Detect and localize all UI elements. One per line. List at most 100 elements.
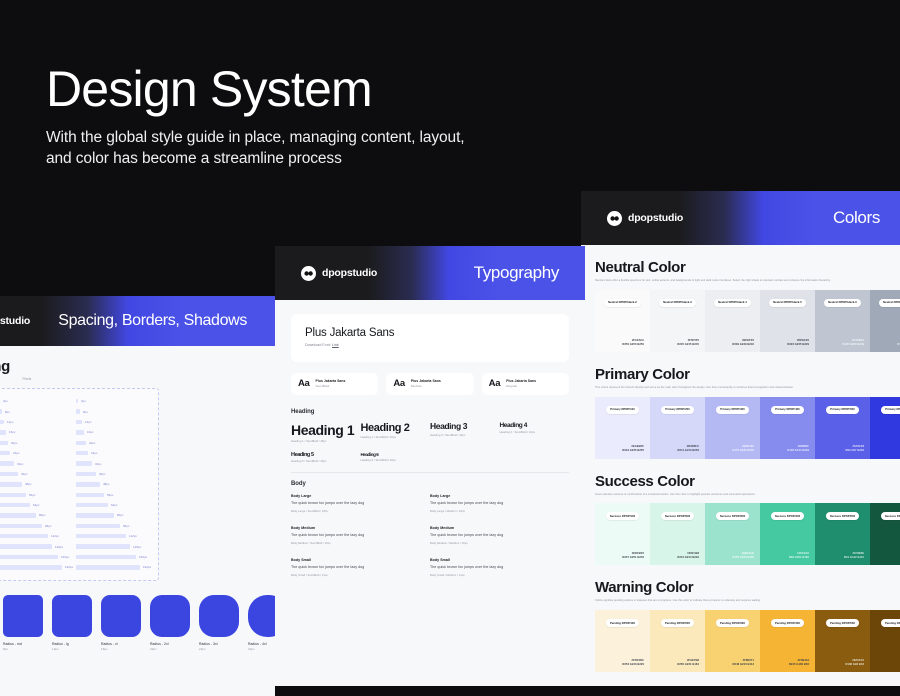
color-swatch[interactable]: Success DPOP/600#12543FR18 G84 B63 bbox=[870, 503, 900, 565]
font-weight-card[interactable]: AaPlus Jakarta SansRegular bbox=[482, 373, 569, 395]
spacing-bar bbox=[76, 534, 126, 538]
radius-swatch[interactable]: Radius - 3xl24px bbox=[199, 595, 239, 652]
section-title-spacing: Spacing bbox=[0, 358, 261, 375]
color-swatch[interactable]: Primary DPOP/200#D3D5FCR211 G213 B252 bbox=[650, 397, 705, 459]
color-swatch-row: Pending DPOP/100#FDF3DCR253 G243 B220Pen… bbox=[595, 610, 900, 672]
radius-box bbox=[52, 595, 92, 637]
spacing-cell: 4px bbox=[76, 399, 154, 403]
color-swatch[interactable]: Primary DPOP/300#B0B4F5R176 G180 B245 bbox=[705, 397, 760, 459]
color-swatch-values: #45C9A0R69 G201 B160 bbox=[789, 552, 809, 560]
spacing-cell: 80px bbox=[76, 513, 154, 517]
radius-swatch[interactable]: Radius - xl16px bbox=[101, 595, 141, 652]
spacing-bar bbox=[76, 399, 78, 403]
spacing-cell: 48px bbox=[0, 482, 76, 486]
spacing-row: 160px160px160px bbox=[0, 552, 149, 562]
color-swatch[interactable]: Pending DPOP/300#F8D271R248 G210 B113 bbox=[705, 610, 760, 672]
color-swatch[interactable]: Primary DPOP/600#3039DFR48 G57 B223 bbox=[870, 397, 900, 459]
spacing-bar bbox=[0, 482, 22, 486]
color-swatch[interactable]: Neutral DPOP/black-2#FAFAFAR250 G250 B25… bbox=[595, 290, 650, 352]
spacing-cell: 12px bbox=[76, 420, 154, 424]
color-swatch-rgb: R176 G180 B245 bbox=[732, 449, 754, 453]
color-swatch-label: Neutral DPOP/black-2 bbox=[604, 299, 641, 307]
color-swatch-values: #9BE4CER155 G228 B206 bbox=[732, 552, 754, 560]
color-swatch[interactable]: Success DPOP/400#45C9A0R69 G201 B160 bbox=[760, 503, 815, 565]
card-colors[interactable]: dpopstudio Colors Neutral ColorNeutral c… bbox=[581, 191, 900, 686]
radius-box bbox=[150, 595, 190, 637]
color-swatch[interactable]: Primary DPOP/400#8086EFR128 G134 B239 bbox=[760, 397, 815, 459]
color-swatch-label: Pending DPOP/400 bbox=[771, 619, 804, 627]
color-swatch-row: Neutral DPOP/black-2#FAFAFAR250 G250 B25… bbox=[595, 290, 900, 352]
radius-swatch[interactable]: Radius - lg12px bbox=[52, 595, 92, 652]
color-swatch[interactable]: Primary DPOP/500#5A61E8R90 G97 B232 bbox=[815, 397, 870, 459]
spacing-value: 32px bbox=[17, 462, 23, 466]
color-swatch-values: #8086EFR128 G134 B239 bbox=[787, 445, 809, 453]
font-weight-card[interactable]: AaPlus Jakarta SansSemiBold bbox=[291, 373, 378, 395]
spacing-bar bbox=[76, 544, 130, 548]
color-swatch[interactable]: Primary DPOP/100#EAEBFFR234 G235 B255 bbox=[595, 397, 650, 459]
radius-swatch[interactable]: Radius - 4xl32px bbox=[248, 595, 275, 652]
brand-name: dpopstudio bbox=[628, 212, 683, 224]
color-swatch[interactable]: Success DPOP/300#9BE4CER155 G228 B206 bbox=[705, 503, 760, 565]
color-swatch[interactable]: Neutral DPOP/black-7#A3AAB7R163 G170 B18… bbox=[870, 290, 900, 352]
color-swatch[interactable]: Success DPOP/500#1F8E6ER31 G142 B110 bbox=[815, 503, 870, 565]
heading-sample: Heading 3 bbox=[430, 422, 500, 432]
color-swatch[interactable]: Pending DPOP/100#FDF3DCR253 G243 B220 bbox=[595, 610, 650, 672]
card-header: dpopstudio Colors bbox=[581, 191, 900, 245]
color-swatch[interactable]: Pending DPOP/400#F5B434R245 G180 B52 bbox=[760, 610, 815, 672]
spacing-row: 4px4px4px bbox=[0, 396, 149, 406]
spacing-cell: 16px bbox=[0, 430, 76, 434]
font-weight-card[interactable]: AaPlus Jakarta SansMedium bbox=[386, 373, 473, 395]
spacing-cell: 160px bbox=[0, 555, 76, 559]
color-swatch[interactable]: Neutral DPOP/black-6#C3C8D1R195 G200 B20… bbox=[815, 290, 870, 352]
spacing-cell: 128px bbox=[0, 544, 76, 548]
spacing-value: 4px bbox=[3, 399, 8, 403]
body-sample: The quick brown fox jumps over the lazy … bbox=[430, 533, 512, 539]
color-swatch-values: #8A5C10R138 G92 B16 bbox=[845, 659, 864, 667]
spacing-bar bbox=[76, 420, 82, 424]
radius-box bbox=[199, 595, 239, 637]
body-specimen: Body LargeThe quick brown fox jumps over… bbox=[291, 494, 430, 513]
color-swatch[interactable]: Pending DPOP/200#FAE7B8R250 G231 B184 bbox=[650, 610, 705, 672]
radius-value: 24px bbox=[199, 647, 239, 651]
color-section-description: Yellow signifies pending actions or stat… bbox=[595, 599, 892, 603]
section-label-body: Body bbox=[291, 481, 569, 487]
spacing-cell: 96px bbox=[0, 524, 76, 528]
spacing-bar bbox=[0, 544, 52, 548]
font-download-link[interactable]: Link bbox=[332, 343, 339, 347]
spacing-row: 16px16px16px bbox=[0, 427, 149, 437]
card-body: Spacing DefaultPixels 4px4px4px8px8px8px… bbox=[0, 346, 275, 581]
brand-name: dpopstudio bbox=[322, 267, 377, 279]
color-swatch-label: Pending DPOP/300 bbox=[716, 619, 749, 627]
color-swatch-rgb: R234 G235 B255 bbox=[622, 449, 644, 453]
spacing-value: 96px bbox=[45, 524, 51, 528]
card-typography[interactable]: dpopstudio Typography Plus Jakarta Sans … bbox=[275, 246, 585, 686]
color-swatch[interactable]: Pending DPOP/500#8A5C10R138 G92 B16 bbox=[815, 610, 870, 672]
spacing-value: 112px bbox=[51, 534, 59, 538]
color-swatch[interactable]: Success DPOP/200#D4F4E8R212 G244 B232 bbox=[650, 503, 705, 565]
color-swatch[interactable]: Neutral DPOP/black-4#EFEFF0R239 G239 B24… bbox=[705, 290, 760, 352]
spacing-cell: 24px bbox=[0, 451, 76, 455]
spacing-row: 48px48px48px bbox=[0, 479, 149, 489]
spacing-value: 64px bbox=[111, 503, 117, 507]
font-download: Download Font: Link bbox=[305, 343, 555, 347]
spacing-value: 192px bbox=[143, 565, 151, 569]
color-swatch-label: Pending DPOP/600 bbox=[881, 619, 900, 627]
radius-swatch-row: Radius - sm4pxRadius - md8pxRadius - lg1… bbox=[0, 595, 275, 652]
color-swatch[interactable]: Neutral DPOP/black-5#DFE1E5R223 G225 B22… bbox=[760, 290, 815, 352]
spacing-row: 12px12px12px bbox=[0, 417, 149, 427]
spacing-row: 192px192px192px bbox=[0, 562, 149, 572]
color-swatch-rgb: R253 G243 B220 bbox=[622, 663, 644, 667]
radius-swatch[interactable]: Radius - md8px bbox=[3, 595, 43, 652]
spacing-value: 160px bbox=[139, 555, 147, 559]
card-header: dpopstudio Typography bbox=[275, 246, 585, 300]
radius-name: Radius - xl bbox=[101, 642, 141, 646]
spacing-cell: 40px bbox=[76, 472, 154, 476]
color-swatch[interactable]: Pending DPOP/600#6B4608R107 G70 B8 bbox=[870, 610, 900, 672]
color-swatch-label: Primary DPOP/200 bbox=[661, 406, 693, 414]
color-swatch[interactable]: Neutral DPOP/black-3#F5F5F5R245 G245 B24… bbox=[650, 290, 705, 352]
color-swatch[interactable]: Success DPOP/100#EDFBF6R237 G251 B246 bbox=[595, 503, 650, 565]
card-spacing-borders-shadows[interactable]: dpopstudio Spacing, Borders, Shadows Spa… bbox=[0, 296, 275, 696]
spacing-bar bbox=[0, 555, 58, 559]
radius-swatch[interactable]: Radius - 2xl20px bbox=[150, 595, 190, 652]
spacing-bar bbox=[0, 420, 4, 424]
